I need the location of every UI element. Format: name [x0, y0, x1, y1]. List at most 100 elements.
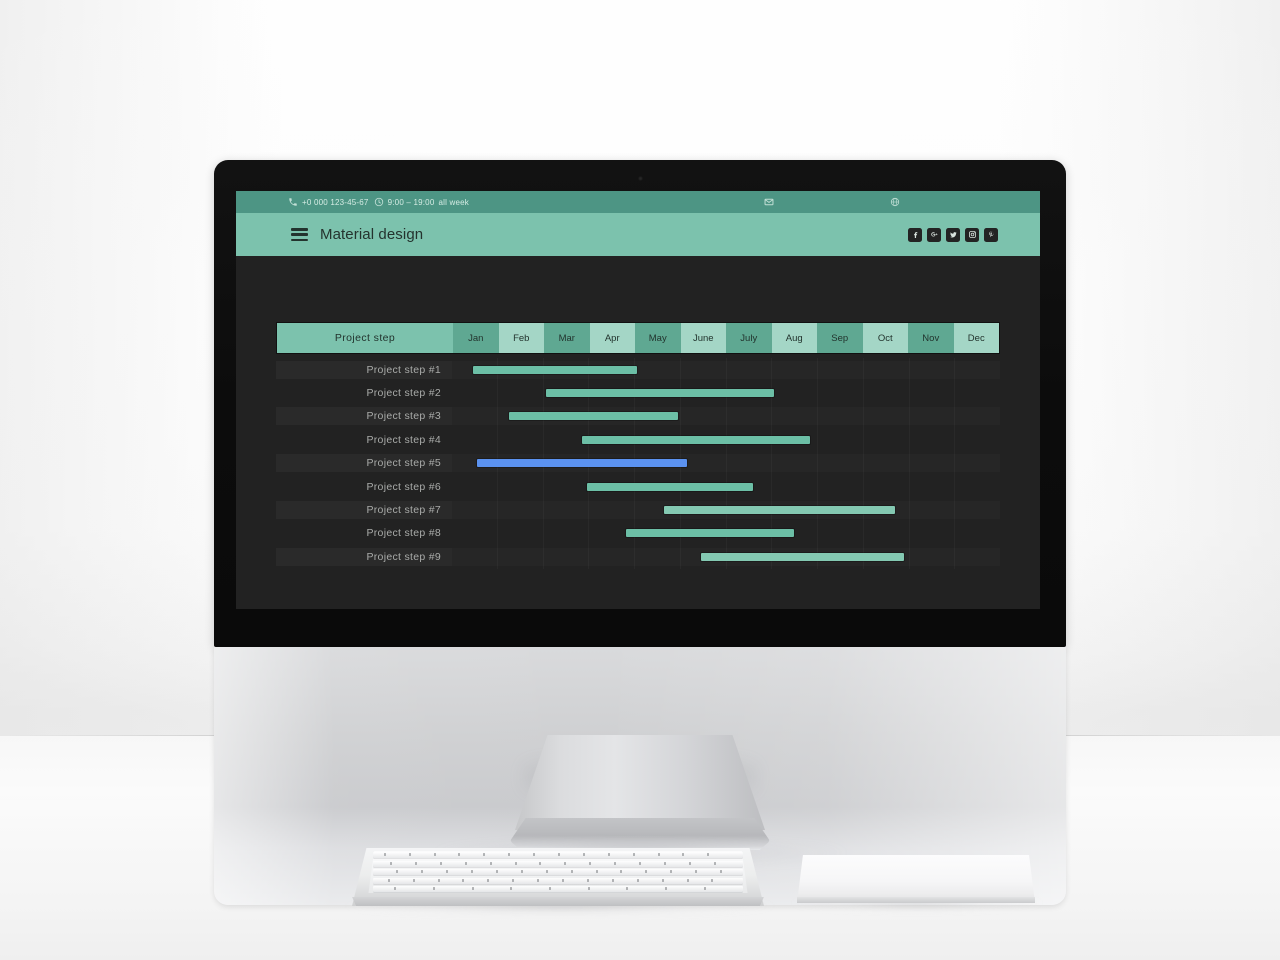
gantt-row-track [452, 475, 1000, 498]
keyboard-row [372, 877, 744, 884]
keyboard-keys [373, 852, 744, 858]
gantt-row-label: Project step #3 [276, 407, 452, 426]
keyboard-row [372, 869, 744, 876]
gantt-row-label: Project step #1 [276, 360, 452, 379]
gantt-month-header-aug[interactable]: Aug [771, 323, 817, 353]
hamburger-bar [291, 228, 308, 231]
monitor-screen: +0 000 123-45-67 9:00 – 19:00 all week M… [236, 191, 1040, 609]
gantt-header-row: Project step Jan Feb Mar Apr May June July Aug S… [276, 322, 1000, 354]
gantt-row[interactable]: Project step #1 [276, 358, 1000, 381]
gantt-row[interactable]: Project step #2 [276, 381, 1000, 404]
gantt-month-header-nov[interactable]: Nov [908, 323, 954, 353]
topbar-language-button[interactable] [890, 197, 900, 207]
gantt-rows: Project step #1 Project step #2 Project st… [276, 358, 1000, 569]
gantt-row[interactable]: Project step #7 [276, 498, 1000, 521]
gantt-month-header-may[interactable]: May [635, 323, 681, 353]
globe-icon [890, 197, 900, 207]
google-plus-icon[interactable] [927, 227, 941, 242]
gantt-row-label: Project step #4 [366, 433, 441, 446]
gantt-month-header-oct[interactable]: Oct [862, 323, 908, 353]
gantt-bar[interactable] [700, 552, 905, 561]
gantt-row-label: Project step #6 [366, 480, 441, 493]
pinterest-icon[interactable] [984, 227, 998, 242]
gantt-bar[interactable] [586, 482, 754, 491]
phone-icon [288, 197, 298, 207]
gantt-row[interactable]: Project step #4 [276, 428, 1000, 451]
gantt-row-track [452, 545, 1000, 568]
gantt-row-track [452, 358, 1000, 381]
phone-info[interactable]: +0 000 123-45-67 [288, 197, 369, 207]
gantt-name-column-header: Project step [277, 323, 453, 353]
keyboard-front-edge [352, 896, 764, 906]
keyboard-row [372, 860, 744, 867]
topbar-mail-button[interactable] [764, 197, 774, 207]
gantt-row[interactable]: Project step #9 [276, 545, 1000, 568]
gantt-bar[interactable] [582, 435, 811, 444]
gantt-row-track [452, 522, 1000, 545]
trackpad[interactable] [797, 855, 1035, 903]
gantt-month-headers: Jan Feb Mar Apr May June July Aug Sep Oct Nov Dec [453, 323, 999, 353]
gantt-row-track [452, 381, 1000, 404]
gantt-bar-highlighted[interactable] [477, 459, 688, 468]
hours-info: 9:00 – 19:00 all week [374, 197, 469, 207]
gantt-row-label: Project step #5 [276, 454, 452, 473]
gantt-month-header-mar[interactable]: Mar [544, 323, 590, 353]
gantt-row[interactable]: Project step #5 [276, 452, 1000, 475]
gantt-bar[interactable] [625, 529, 795, 538]
facebook-icon[interactable] [908, 227, 922, 242]
gantt-bar[interactable] [664, 506, 895, 515]
webcam-icon [637, 176, 643, 181]
gantt-bar[interactable] [509, 412, 679, 421]
gantt-bar[interactable] [472, 365, 637, 374]
gantt-row-track [452, 428, 1000, 451]
instagram-icon[interactable] [965, 227, 979, 242]
keyboard-row [372, 852, 744, 859]
mail-icon [764, 197, 774, 207]
keyboard-key-rows [372, 852, 744, 893]
gantt-row-label: Project step #8 [366, 527, 441, 540]
twitter-icon[interactable] [946, 227, 960, 242]
gantt-chart: Project step Jan Feb Mar Apr May June July Aug S… [276, 322, 1000, 569]
content-canvas: Project step Jan Feb Mar Apr May June July Aug S… [236, 256, 1040, 609]
working-hours-note: all week [438, 197, 469, 207]
hamburger-bar [291, 238, 308, 241]
utility-topbar: +0 000 123-45-67 9:00 – 19:00 all week [236, 191, 1040, 213]
gantt-row-track [452, 498, 1000, 521]
desktop-monitor: +0 000 123-45-67 9:00 – 19:00 all week M… [214, 160, 1066, 905]
keyboard-keys [373, 861, 744, 867]
gantt-month-header-feb[interactable]: Feb [498, 323, 544, 353]
keyboard-row [372, 886, 744, 893]
hamburger-bar [291, 233, 308, 236]
gantt-row-label: Project step #9 [276, 547, 452, 566]
gantt-row[interactable]: Project step #6 [276, 475, 1000, 498]
social-links [908, 227, 998, 242]
gantt-month-header-june[interactable]: June [680, 323, 726, 353]
page-title: Material design [320, 226, 424, 243]
working-hours: 9:00 – 19:00 [387, 197, 435, 207]
gantt-month-header-sep[interactable]: Sep [817, 323, 863, 353]
hamburger-menu-icon[interactable] [291, 228, 308, 241]
topbar-contact-info: +0 000 123-45-67 9:00 – 19:00 all week [288, 197, 469, 207]
gantt-month-header-july[interactable]: July [726, 323, 772, 353]
gantt-month-header-dec[interactable]: Dec [953, 323, 999, 353]
gantt-row-label: Project step #7 [276, 501, 452, 520]
gantt-month-header-apr[interactable]: Apr [589, 323, 635, 353]
gantt-month-header-jan[interactable]: Jan [453, 323, 499, 353]
gantt-row-track [452, 452, 1000, 475]
gantt-bar[interactable] [545, 389, 774, 398]
gantt-row[interactable]: Project step #3 [276, 405, 1000, 428]
monitor-stand-neck [515, 735, 765, 830]
keyboard[interactable] [352, 848, 764, 906]
trackpad-front-edge [797, 897, 1035, 903]
keyboard-keys [373, 878, 744, 884]
gantt-row[interactable]: Project step #8 [276, 522, 1000, 545]
phone-number: +0 000 123-45-67 [302, 197, 369, 207]
site-header: Material design [236, 213, 1040, 256]
gantt-row-label: Project step #2 [366, 387, 441, 400]
gantt-row-track [452, 405, 1000, 428]
clock-icon [374, 197, 384, 207]
keyboard-keys [373, 886, 744, 892]
trackpad-surface [797, 855, 1035, 903]
keyboard-keys [373, 869, 744, 875]
desk-scene: +0 000 123-45-67 9:00 – 19:00 all week M… [0, 0, 1280, 960]
